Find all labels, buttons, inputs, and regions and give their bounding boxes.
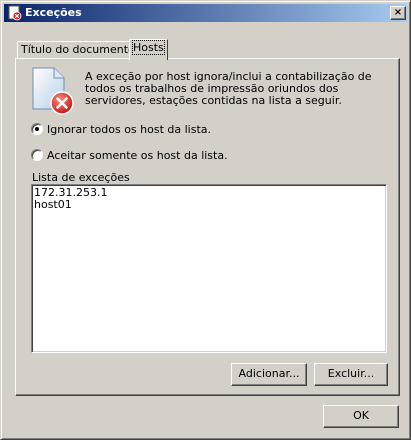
radio-button[interactable]: [31, 149, 43, 161]
dialog-window: Exceções × Título do documento Hosts A e…: [0, 0, 411, 440]
delete-button[interactable]: Excluir...: [314, 363, 388, 386]
radio-label: Ignorar todos os host da lista.: [47, 123, 212, 136]
tab-hosts[interactable]: Hosts: [129, 39, 168, 60]
exceptions-listbox[interactable]: 172.31.253.1 host01: [31, 184, 387, 353]
radio-label: Aceitar somente os host da lista.: [47, 149, 228, 162]
ok-button[interactable]: OK: [323, 405, 399, 428]
close-icon: ×: [393, 7, 403, 18]
close-button[interactable]: ×: [390, 6, 406, 20]
window-title: Exceções: [25, 6, 82, 19]
exceptions-list-label: Lista de exceções: [32, 171, 130, 184]
title-bar[interactable]: Exceções ×: [4, 4, 407, 22]
tab-label: Título do documento: [21, 43, 135, 56]
info-text: A exceção por host ignora/inclui a conta…: [85, 70, 372, 107]
document-error-icon: [32, 67, 74, 115]
tab-label: Hosts: [132, 40, 165, 55]
app-icon: [8, 5, 22, 21]
add-button[interactable]: Adicionar...: [231, 363, 307, 386]
list-item[interactable]: host01: [34, 199, 386, 211]
list-item[interactable]: 172.31.253.1: [34, 187, 386, 199]
tab-document-title[interactable]: Título do documento: [17, 41, 139, 59]
radio-button[interactable]: [31, 123, 43, 135]
